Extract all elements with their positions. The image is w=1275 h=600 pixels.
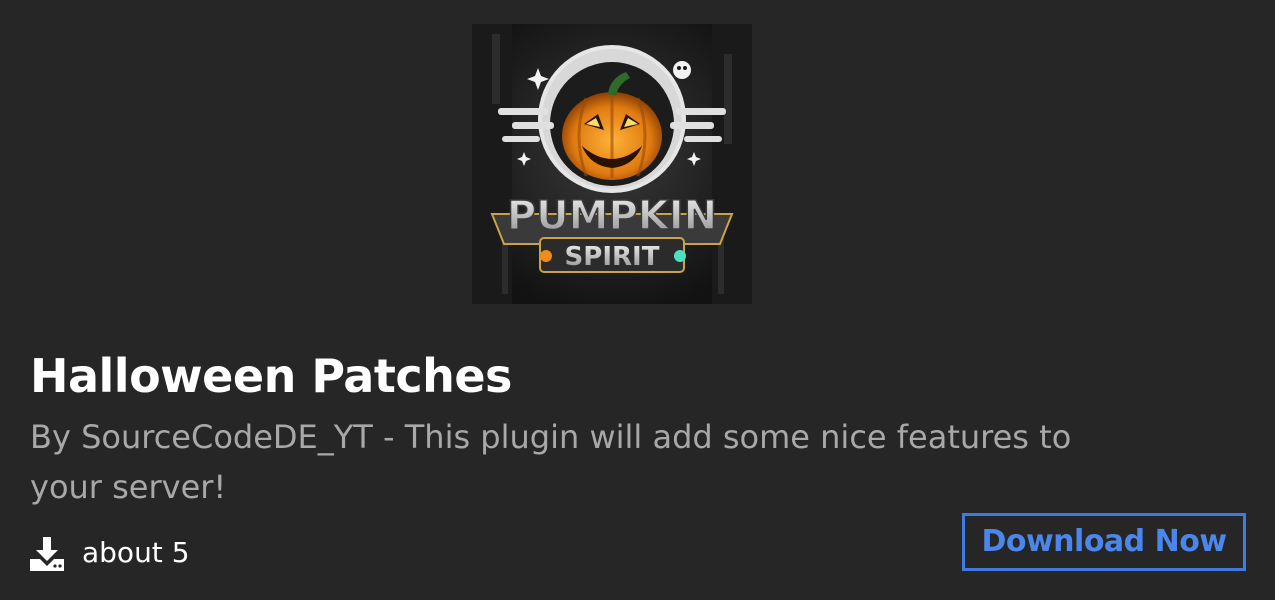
- pumpkin-spirit-logo: PUMPKIN SPIRIT: [472, 24, 752, 304]
- downloads-count: about 5: [30, 530, 190, 576]
- plugin-card: PUMPKIN SPIRIT Halloween Patches By Sour…: [0, 0, 1275, 600]
- downloads-count-label: about 5: [82, 536, 190, 569]
- download-now-button[interactable]: Download Now: [962, 513, 1246, 571]
- download-icon: [30, 537, 64, 571]
- plugin-description: By SourceCodeDE_YT - This plugin will ad…: [30, 418, 1072, 506]
- logo-line2: SPIRIT: [565, 242, 660, 272]
- plugin-thumbnail[interactable]: PUMPKIN SPIRIT: [472, 24, 752, 304]
- plugin-title: Halloween Patches: [30, 349, 512, 403]
- logo-line1: PUMPKIN: [507, 193, 717, 239]
